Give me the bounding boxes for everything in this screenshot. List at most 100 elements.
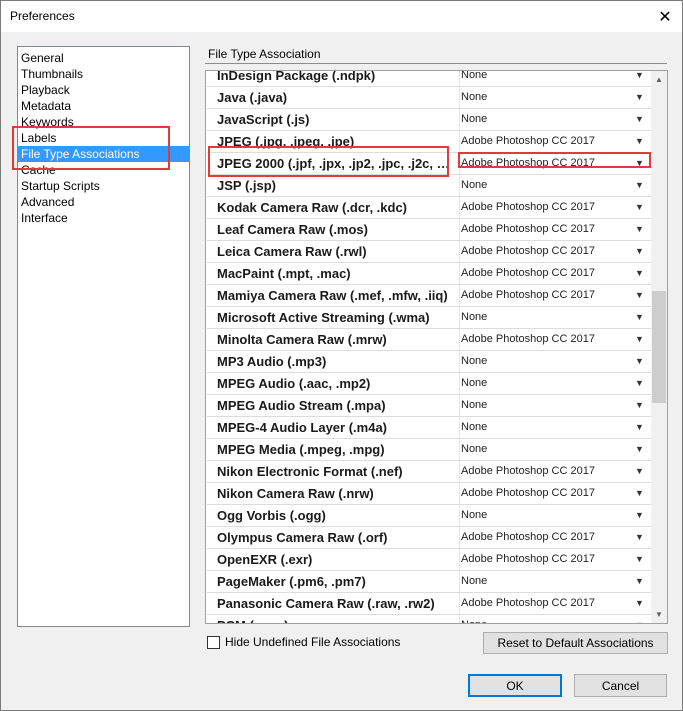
scroll-up-button[interactable]: ▲ <box>651 71 667 88</box>
application-select[interactable]: Adobe Photoshop CC 2017 <box>461 553 595 565</box>
table-row: Leaf Camera Raw (.mos) Adobe Photoshop CC… <box>207 219 651 241</box>
scroll-thumb[interactable] <box>652 291 666 403</box>
application-select[interactable]: None <box>461 113 487 125</box>
cell-divider <box>459 505 460 526</box>
dropdown-arrow-icon[interactable]: ▼ <box>635 136 644 146</box>
table-row: JSP (.jsp) None ▼ <box>207 175 651 197</box>
dropdown-arrow-icon[interactable]: ▼ <box>635 71 644 80</box>
dropdown-arrow-icon[interactable]: ▼ <box>635 334 644 344</box>
dropdown-arrow-icon[interactable]: ▼ <box>635 114 644 124</box>
sidebar-item-advanced[interactable]: Advanced <box>18 194 189 210</box>
application-select[interactable]: Adobe Photoshop CC 2017 <box>461 135 595 147</box>
window-title: Preferences <box>10 9 75 23</box>
cell-divider <box>459 527 460 548</box>
application-select[interactable]: Adobe Photoshop CC 2017 <box>461 597 595 609</box>
file-type-name: Ogg Vorbis (.ogg) <box>217 508 326 523</box>
sidebar-item-interface[interactable]: Interface <box>18 210 189 226</box>
close-button[interactable]: ✕ <box>648 1 682 32</box>
table-row: Nikon Electronic Format (.nef) Adobe Phot… <box>207 461 651 483</box>
table-row: MPEG-4 Audio Layer (.m4a) None ▼ <box>207 417 651 439</box>
cell-divider <box>459 461 460 482</box>
hide-undefined-option[interactable]: Hide Undefined File Associations <box>207 635 400 649</box>
sidebar-item-startup-scripts[interactable]: Startup Scripts <box>18 178 189 194</box>
file-type-name: Leica Camera Raw (.rwl) <box>217 244 367 259</box>
application-select[interactable]: Adobe Photoshop CC 2017 <box>461 531 595 543</box>
section-divider <box>205 63 667 64</box>
file-type-name: PageMaker (.pm6, .pm7) <box>217 574 366 589</box>
dropdown-arrow-icon[interactable]: ▼ <box>635 598 644 608</box>
scroll-down-button[interactable]: ▼ <box>651 606 667 623</box>
application-select[interactable]: None <box>461 71 487 81</box>
cell-divider <box>459 197 460 218</box>
reset-associations-button[interactable]: Reset to Default Associations <box>483 632 668 654</box>
dropdown-arrow-icon[interactable]: ▼ <box>635 202 644 212</box>
dropdown-arrow-icon[interactable]: ▼ <box>635 400 644 410</box>
dropdown-arrow-icon[interactable]: ▼ <box>635 510 644 520</box>
dropdown-arrow-icon[interactable]: ▼ <box>635 356 644 366</box>
sidebar-item-general[interactable]: General <box>18 50 189 66</box>
application-select[interactable]: Adobe Photoshop CC 2017 <box>461 267 595 279</box>
dropdown-arrow-icon[interactable]: ▼ <box>635 554 644 564</box>
table-row: Minolta Camera Raw (.mrw) Adobe Photoshop… <box>207 329 651 351</box>
application-select[interactable]: None <box>461 575 487 587</box>
dropdown-arrow-icon[interactable]: ▼ <box>635 378 644 388</box>
sidebar-item-thumbnails[interactable]: Thumbnails <box>18 66 189 82</box>
sidebar-item-metadata[interactable]: Metadata <box>18 98 189 114</box>
vertical-scrollbar[interactable]: ▲ ▼ <box>651 71 667 623</box>
dropdown-arrow-icon[interactable]: ▼ <box>635 180 644 190</box>
table-row: MacPaint (.mpt, .mac) Adobe Photoshop CC … <box>207 263 651 285</box>
application-select[interactable]: None <box>461 311 487 323</box>
table-row: Olympus Camera Raw (.orf) Adobe Photoshop… <box>207 527 651 549</box>
dropdown-arrow-icon[interactable]: ▼ <box>635 466 644 476</box>
dropdown-arrow-icon[interactable]: ▼ <box>635 422 644 432</box>
hide-undefined-checkbox[interactable] <box>207 635 220 649</box>
sidebar-item-playback[interactable]: Playback <box>18 82 189 98</box>
cell-divider <box>459 417 460 438</box>
file-type-name: Mamiya Camera Raw (.mef, .mfw, .iiq) <box>217 288 448 303</box>
highlight-type-annotation <box>208 146 449 177</box>
application-select[interactable]: Adobe Photoshop CC 2017 <box>461 245 595 257</box>
application-select[interactable]: Adobe Photoshop CC 2017 <box>461 289 595 301</box>
hide-undefined-label: Hide Undefined File Associations <box>225 635 401 649</box>
file-type-name: Microsoft Active Streaming (.wma) <box>217 310 430 325</box>
table-row: MP3 Audio (.mp3) None ▼ <box>207 351 651 373</box>
application-select[interactable]: Adobe Photoshop CC 2017 <box>461 333 595 345</box>
cell-divider <box>459 87 460 108</box>
cell-divider <box>459 549 460 570</box>
dropdown-arrow-icon[interactable]: ▼ <box>635 268 644 278</box>
file-type-name: MPEG Audio Stream (.mpa) <box>217 398 386 413</box>
dropdown-arrow-icon[interactable]: ▼ <box>635 532 644 542</box>
application-select[interactable]: Adobe Photoshop CC 2017 <box>461 223 595 235</box>
application-select[interactable]: None <box>461 91 487 103</box>
application-select[interactable]: None <box>461 619 487 623</box>
application-select[interactable]: Adobe Photoshop CC 2017 <box>461 201 595 213</box>
dropdown-arrow-icon[interactable]: ▼ <box>635 444 644 454</box>
dropdown-arrow-icon[interactable]: ▼ <box>635 290 644 300</box>
dropdown-arrow-icon[interactable]: ▼ <box>635 576 644 586</box>
application-select[interactable]: None <box>461 377 487 389</box>
dropdown-arrow-icon[interactable]: ▼ <box>635 312 644 322</box>
application-select[interactable]: None <box>461 179 487 191</box>
ok-button[interactable]: OK <box>468 674 562 697</box>
application-select[interactable]: None <box>461 421 487 433</box>
table-row: InDesign Package (.ndpk) None ▼ <box>207 71 651 87</box>
dropdown-arrow-icon[interactable]: ▼ <box>635 620 644 623</box>
dropdown-arrow-icon[interactable]: ▼ <box>635 246 644 256</box>
cell-divider <box>459 439 460 460</box>
application-select[interactable]: None <box>461 443 487 455</box>
close-icon: ✕ <box>658 8 672 26</box>
application-select[interactable]: Adobe Photoshop CC 2017 <box>461 465 595 477</box>
application-select[interactable]: None <box>461 509 487 521</box>
file-type-name: JSP (.jsp) <box>217 178 277 193</box>
dropdown-arrow-icon[interactable]: ▼ <box>635 92 644 102</box>
cell-divider <box>459 373 460 394</box>
cancel-button[interactable]: Cancel <box>574 674 667 697</box>
dropdown-arrow-icon[interactable]: ▼ <box>635 224 644 234</box>
application-select[interactable]: None <box>461 355 487 367</box>
table-row: Microsoft Active Streaming (.wma) None ▼ <box>207 307 651 329</box>
chevron-up-icon: ▲ <box>655 75 663 84</box>
dropdown-arrow-icon[interactable]: ▼ <box>635 488 644 498</box>
application-select[interactable]: Adobe Photoshop CC 2017 <box>461 487 595 499</box>
table-row: Panasonic Camera Raw (.raw, .rw2) Adobe P… <box>207 593 651 615</box>
application-select[interactable]: None <box>461 399 487 411</box>
